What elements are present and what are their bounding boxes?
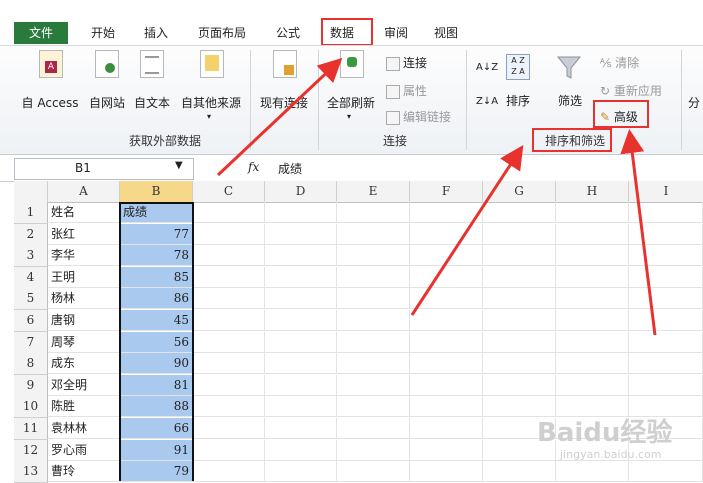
watermark-logo: Baidu经验 [537,418,673,448]
arrow-to-advanced [620,129,657,336]
watermark-url: jingyan.baidu.com [560,448,662,461]
annotation-arrows [216,57,657,336]
arrow-to-data-tab [216,57,343,177]
arrow-to-sort-filter [410,144,524,316]
